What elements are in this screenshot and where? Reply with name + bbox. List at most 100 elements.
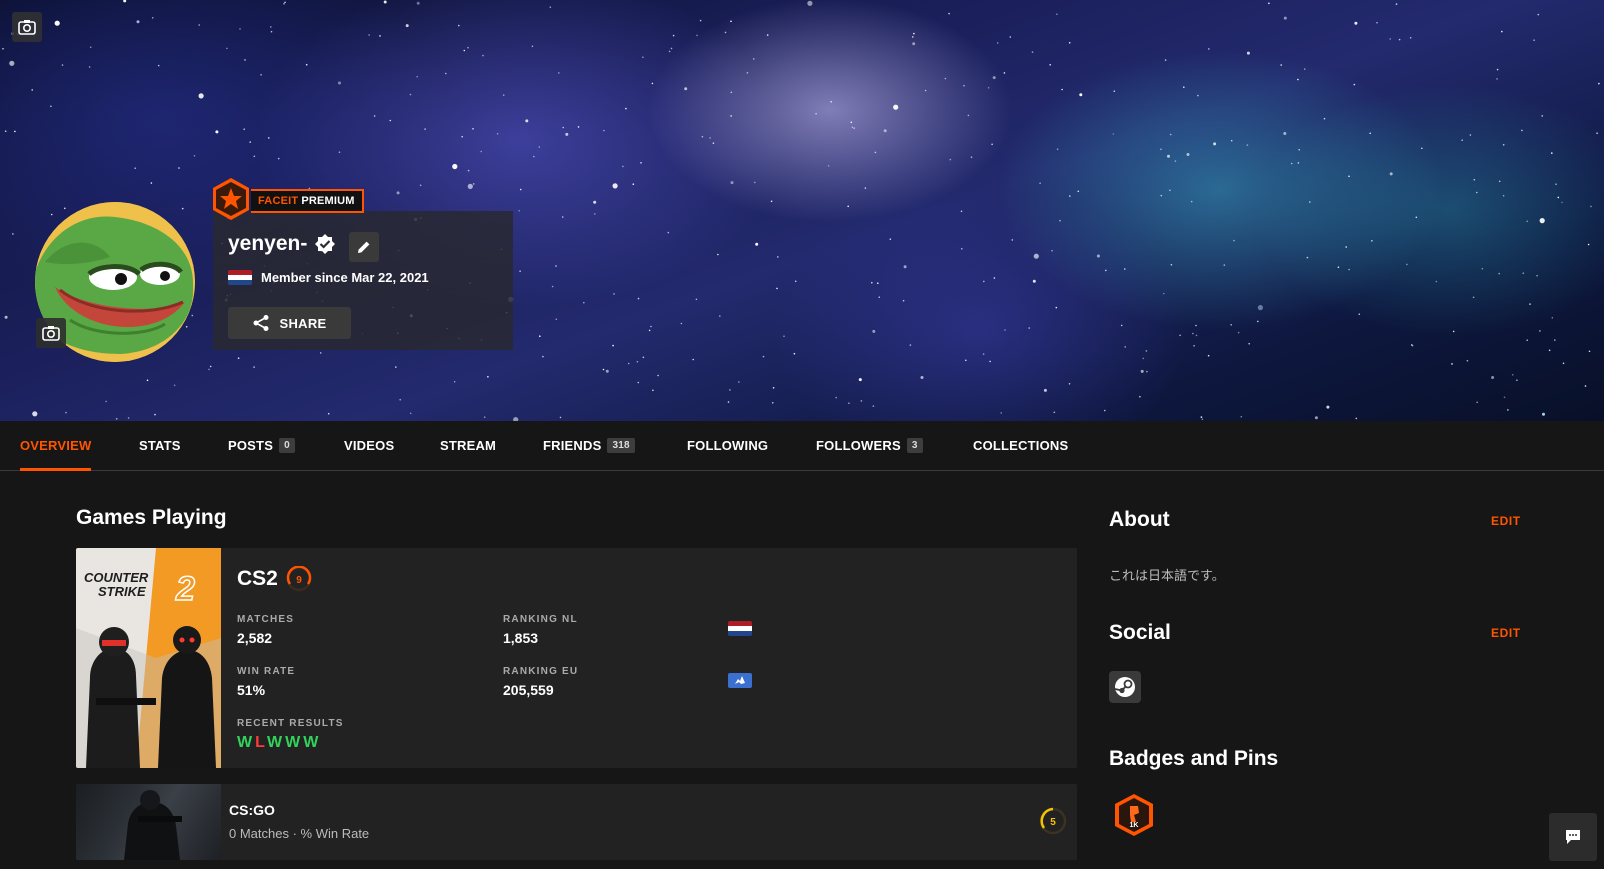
level-icon: 9 <box>286 566 312 592</box>
matches-value: 2,582 <box>237 630 273 646</box>
star <box>209 365 212 368</box>
star <box>717 253 719 256</box>
camera-icon <box>42 326 60 341</box>
star <box>593 200 597 204</box>
star <box>61 64 64 66</box>
tab-videos[interactable]: VIDEOS <box>344 421 394 470</box>
result-item: W <box>267 734 286 751</box>
star <box>727 401 730 403</box>
star <box>920 376 924 379</box>
steam-link-button[interactable] <box>1109 671 1141 703</box>
star <box>776 287 778 290</box>
star <box>1551 317 1554 319</box>
cs2-game-card[interactable]: COUNTER STRIKE 2 CS2 9 MATCHES 2,582 WIN… <box>76 548 1077 768</box>
star <box>467 46 469 49</box>
star <box>1240 415 1243 418</box>
cs2-art-title-2: STRIKE <box>98 584 146 599</box>
star <box>1096 254 1100 258</box>
star <box>1507 409 1509 411</box>
ranking-nl-value: 1,853 <box>503 630 539 646</box>
about-edit-link[interactable]: EDIT <box>1491 514 1521 528</box>
star <box>889 238 892 240</box>
change-avatar-button[interactable] <box>36 318 66 348</box>
star <box>1516 379 1518 382</box>
star <box>1104 409 1106 412</box>
star <box>622 165 624 168</box>
star <box>243 128 245 130</box>
star <box>1160 194 1163 197</box>
star <box>771 402 774 404</box>
star <box>472 183 475 185</box>
star <box>461 135 464 138</box>
tab-followers[interactable]: FOLLOWERS 3 <box>816 421 923 470</box>
cs2-title-row: CS2 9 <box>237 566 312 592</box>
star <box>602 368 605 371</box>
star <box>1145 350 1148 352</box>
badge-pin-1k[interactable]: 1K <box>1112 793 1156 837</box>
star <box>835 396 837 399</box>
star <box>1537 13 1540 16</box>
chat-button[interactable] <box>1549 813 1597 861</box>
username: yenyen- <box>228 232 308 255</box>
star <box>752 58 755 60</box>
star <box>54 20 60 26</box>
tab-posts[interactable]: POSTS 0 <box>228 421 295 470</box>
star <box>1167 154 1170 158</box>
star <box>518 209 520 212</box>
star <box>872 329 876 333</box>
tab-collections[interactable]: COLLECTIONS <box>973 421 1068 470</box>
star <box>1472 296 1475 299</box>
star <box>1208 48 1210 50</box>
share-button[interactable]: SHARE <box>228 307 351 339</box>
star <box>487 376 489 378</box>
star <box>878 296 881 299</box>
tab-overview[interactable]: OVERVIEW <box>20 421 92 471</box>
star <box>1309 201 1311 203</box>
star <box>1233 239 1235 242</box>
tab-label: FOLLOWING <box>687 438 769 453</box>
star <box>949 158 952 161</box>
star <box>1476 401 1478 404</box>
star <box>1105 269 1107 272</box>
tab-stream[interactable]: STREAM <box>440 421 496 470</box>
star <box>389 119 392 122</box>
edit-profile-button[interactable] <box>349 232 379 262</box>
star <box>244 59 246 61</box>
star <box>1526 220 1528 223</box>
verified-icon <box>315 234 336 254</box>
star <box>793 352 796 355</box>
level-icon: 5 <box>1039 807 1067 835</box>
star <box>319 352 322 354</box>
social-edit-link[interactable]: EDIT <box>1491 626 1521 640</box>
csgo-game-card[interactable]: CS:GO 0 Matches · % Win Rate 5 <box>76 784 1077 860</box>
star <box>1501 30 1503 33</box>
star <box>1548 349 1551 352</box>
star <box>1369 132 1371 135</box>
cs2-art-number: 2 <box>175 570 195 608</box>
star <box>1112 133 1115 135</box>
star <box>105 400 107 403</box>
flag-eu-icon <box>728 673 752 688</box>
star <box>883 129 887 133</box>
tab-friends[interactable]: FRIENDS 318 <box>543 421 635 470</box>
matches-label: MATCHES <box>237 614 295 625</box>
star <box>1511 374 1514 376</box>
star <box>1376 21 1378 24</box>
star <box>902 299 905 302</box>
star <box>815 112 817 115</box>
star <box>903 265 907 269</box>
star <box>993 277 996 279</box>
tab-following[interactable]: FOLLOWING <box>687 421 768 470</box>
star <box>542 355 544 358</box>
star <box>637 297 640 300</box>
tab-stats[interactable]: STATS <box>139 421 181 470</box>
star <box>1481 267 1484 270</box>
eu-map-icon <box>735 676 745 684</box>
star <box>755 242 759 246</box>
star <box>701 135 704 138</box>
star <box>1257 320 1259 323</box>
star <box>146 379 149 382</box>
star <box>680 322 683 325</box>
star <box>1498 272 1500 275</box>
change-cover-button[interactable] <box>12 12 42 42</box>
